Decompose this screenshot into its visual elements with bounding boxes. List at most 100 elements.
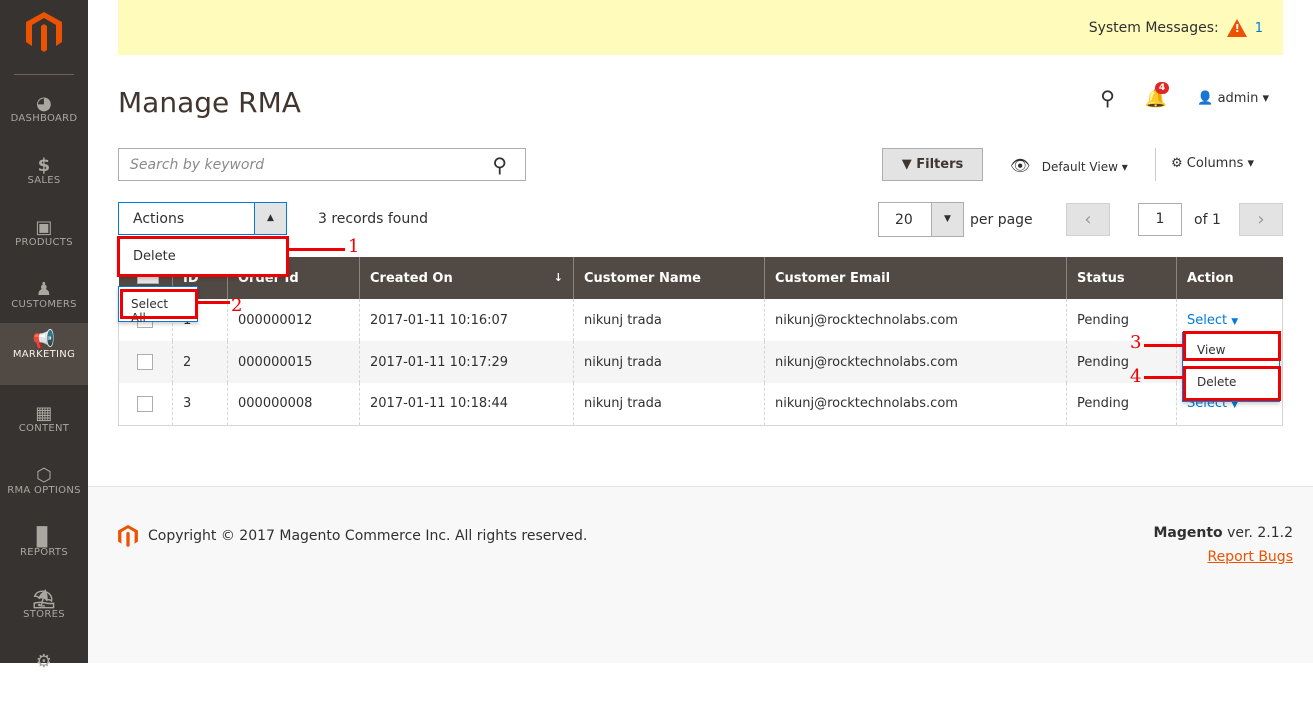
sidebar-item-stores[interactable]: ⛱ STORES: [0, 583, 88, 645]
col-customer-email[interactable]: Customer Email: [764, 257, 1067, 299]
annotation-line-4: [1144, 376, 1184, 379]
cell-id: 2: [172, 341, 228, 383]
col-created-on[interactable]: Created On ↓: [359, 257, 574, 299]
page-total: of 1: [1194, 212, 1221, 228]
annotation-line-2: [198, 301, 230, 304]
sidebar: ◕ DASHBOARD $ SALES ▣ PRODUCTS ♟ CUSTOMERS 📢 MARK…: [0, 0, 88, 672]
warning-icon[interactable]: [1226, 19, 1247, 37]
cell-customer-email: nikunj@rocktechnolabs.com: [764, 383, 1067, 426]
rma-grid: ID Order Id Created On ↓ Customer Name Cu…: [118, 257, 1283, 426]
annotation-2: 2: [231, 295, 243, 316]
view-selector[interactable]: 👁 Default View ▾: [1010, 156, 1128, 175]
annotation-line-3: [1144, 344, 1184, 347]
box-icon: ▣: [35, 217, 53, 238]
row-action-select[interactable]: Select ▼: [1187, 313, 1238, 328]
dashboard-icon: ◕: [35, 93, 52, 114]
notifications-bell-icon[interactable]: 🔔 4: [1145, 81, 1170, 109]
user-icon: 👤: [1197, 90, 1214, 106]
footer-brand: Magento: [1153, 525, 1223, 541]
search-icon[interactable]: ⚲: [492, 153, 507, 177]
annotation-3: 3: [1130, 332, 1142, 353]
sidebar-item-label: MARKETING: [12, 349, 76, 360]
sidebar-item-products[interactable]: ▣ PRODUCTS: [0, 211, 88, 273]
next-page-button[interactable]: ›: [1239, 203, 1283, 236]
report-bugs-link[interactable]: Report Bugs: [1153, 549, 1293, 565]
col-customer-name[interactable]: Customer Name: [573, 257, 765, 299]
sidebar-item-content[interactable]: ▦ CONTENT: [0, 397, 88, 459]
records-count: 3 records found: [318, 211, 428, 227]
search-input[interactable]: Search by keyword ⚲: [118, 148, 526, 181]
username: admin: [1217, 90, 1259, 106]
cell-created-on: 2017-01-11 10:17:29: [359, 341, 574, 383]
annotation-box-2: [120, 289, 198, 319]
system-messages-label: System Messages:: [1088, 20, 1219, 36]
hexagon-icon: ⬡: [35, 465, 52, 486]
magento-footer-logo: [118, 525, 138, 547]
sidebar-item-reports[interactable]: ▊ REPORTS: [0, 521, 88, 583]
sidebar-item-label: CUSTOMERS: [11, 299, 77, 310]
prev-page-button[interactable]: ‹: [1066, 203, 1110, 236]
user-menu[interactable]: 👤 admin ▾: [1197, 91, 1269, 106]
col-status[interactable]: Status: [1066, 257, 1177, 299]
sidebar-item-marketing[interactable]: 📢 MARKETING: [0, 323, 88, 385]
columns-label: Columns: [1186, 156, 1244, 171]
magento-logo[interactable]: [26, 12, 62, 52]
cell-customer-email: nikunj@rocktechnolabs.com: [764, 341, 1067, 383]
search-placeholder: Search by keyword: [130, 157, 265, 173]
filter-icon: ▼: [901, 157, 912, 172]
annotation-box-3: [1183, 331, 1281, 361]
cell-created-on: 2017-01-11 10:18:44: [359, 383, 574, 426]
sidebar-item-label: CONTENT: [18, 423, 70, 434]
cell-id: 3: [172, 383, 228, 426]
sidebar-item-label: DASHBOARD: [10, 113, 78, 124]
columns-button[interactable]: ⚙ Columns ▾: [1171, 156, 1254, 171]
row-checkbox[interactable]: [137, 354, 153, 370]
sidebar-item-system[interactable]: ⚙: [0, 645, 88, 707]
annotation-box-1: [117, 236, 289, 277]
store-icon: ⛱: [32, 589, 56, 610]
cell-order-id: 000000012: [227, 299, 360, 341]
col-created-on-label: Created On: [370, 270, 453, 286]
version: ver. 2.1.2: [1222, 525, 1293, 541]
gear-icon: ⚙: [35, 651, 53, 672]
page-title: Manage RMA: [118, 86, 301, 119]
row-checkbox[interactable]: [137, 395, 153, 412]
bar-chart-icon: ▊: [36, 527, 52, 548]
cell-status: Pending: [1066, 383, 1177, 426]
cell-customer-email: nikunj@rocktechnolabs.com: [764, 299, 1067, 341]
sidebar-item-dashboard[interactable]: ◕ DASHBOARD: [0, 87, 88, 149]
sort-arrow-icon: ↓: [553, 270, 563, 284]
cell-customer-name: nikunj trada: [573, 299, 765, 341]
cell-order-id: 000000008: [227, 383, 360, 426]
filters-label: Filters: [916, 157, 964, 172]
sidebar-item-label: SALES: [27, 175, 61, 186]
caret-up-icon[interactable]: ▲: [254, 203, 286, 234]
search-icon[interactable]: ⚲: [1100, 86, 1115, 110]
cell-customer-name: nikunj trada: [573, 341, 765, 383]
annotation-line-1: [289, 248, 345, 251]
megaphone-icon: 📢: [32, 329, 56, 350]
sidebar-item-label: STORES: [23, 609, 65, 620]
divider: [1155, 148, 1156, 181]
cell-status: Pending: [1066, 299, 1177, 341]
per-page-value: 20: [895, 212, 913, 228]
filters-button[interactable]: ▼ Filters: [882, 148, 983, 181]
system-messages-count[interactable]: 1: [1255, 21, 1263, 36]
eye-icon: 👁: [1010, 156, 1031, 175]
page-input[interactable]: 1: [1138, 203, 1182, 236]
actions-dropdown[interactable]: Actions ▲: [118, 202, 287, 235]
annotation-1: 1: [348, 236, 360, 257]
table-row: 2 000000015 2017-01-11 10:17:29 nikunj t…: [118, 341, 1283, 383]
caret-down-icon[interactable]: ▼: [931, 203, 963, 236]
sidebar-item-label: PRODUCTS: [15, 237, 73, 248]
person-icon: ♟: [35, 279, 53, 300]
per-page-select[interactable]: 20 ▼: [878, 202, 964, 237]
gear-icon: ⚙: [1171, 156, 1183, 171]
sidebar-item-label: RMA OPTIONS: [7, 485, 81, 496]
col-action: Action: [1176, 257, 1283, 299]
copyright: Copyright © 2017 Magento Commerce Inc. A…: [148, 528, 588, 544]
select-label: Select: [1187, 312, 1228, 328]
sidebar-item-sales[interactable]: $ SALES: [0, 149, 88, 211]
sidebar-item-rma-options[interactable]: ⬡ RMA OPTIONS: [0, 459, 88, 521]
per-page-label: per page: [970, 212, 1033, 228]
